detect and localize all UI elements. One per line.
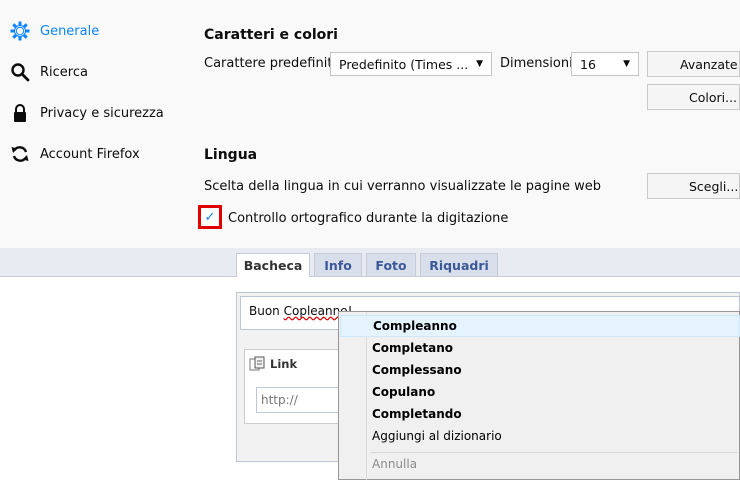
colors-button[interactable]: Colori... [647,84,740,110]
search-icon [10,62,30,82]
undo-item[interactable]: Annulla [340,453,740,475]
sidebar-item-ricerca[interactable]: Ricerca [10,60,88,84]
font-size-dropdown[interactable]: 16 ▼ [571,52,639,76]
suggestion-item[interactable]: Complessano [340,359,740,381]
link-icon [249,356,265,376]
tab-riquadri[interactable]: Riquadri [420,253,498,276]
suggestion-item[interactable]: Completando [340,403,740,425]
suggestion-item[interactable]: Copulano [340,381,740,403]
sidebar-item-label: Generale [40,23,100,39]
url-input[interactable]: http:// [256,387,340,413]
tab-info[interactable]: Info [314,253,362,276]
chevron-down-icon: ▼ [623,59,630,69]
sidebar-item-privacy[interactable]: Privacy e sicurezza [10,101,164,125]
lock-icon [10,103,30,123]
checkmark-icon: ✓ [204,209,216,225]
suggestion-item[interactable]: Completano [340,337,740,359]
suggestion-item[interactable]: Compleanno [340,315,740,337]
link-title: Link [270,357,298,371]
composer-text: Buon [249,304,284,318]
sidebar-item-label: Ricerca [40,64,88,80]
language-section-title: Lingua [204,147,258,163]
spellcheck-checkbox[interactable]: ✓ [198,205,222,229]
gear-icon [10,21,30,41]
add-to-dictionary-item[interactable]: Aggiungi al dizionario [340,425,740,447]
chevron-down-icon: ▼ [476,59,483,69]
advanced-button[interactable]: Avanzate... [647,51,740,77]
default-font-value: Predefinito (Times ... [339,56,469,72]
spellcheck-label[interactable]: Controllo ortografico durante la digitaz… [228,211,508,226]
sidebar-item-label: Privacy e sicurezza [40,105,164,121]
fonts-section-title: Caratteri e colori [204,27,338,43]
default-font-dropdown[interactable]: Predefinito (Times ... ▼ [330,52,492,76]
sidebar-item-account[interactable]: Account Firefox [10,142,140,166]
language-description: Scelta della lingua in cui verranno visu… [204,179,602,194]
default-font-label: Carattere predefinito [204,56,341,71]
choose-language-button[interactable]: Scegli... [647,173,740,199]
tab-foto[interactable]: Foto [366,253,416,276]
sidebar-item-label: Account Firefox [40,146,140,162]
sync-icon [10,144,30,164]
font-size-value: 16 [580,56,596,72]
tab-bacheca[interactable]: Bacheca [236,253,310,277]
font-size-label: Dimensioni [500,56,573,71]
sidebar-item-generale[interactable]: Generale [10,19,99,43]
